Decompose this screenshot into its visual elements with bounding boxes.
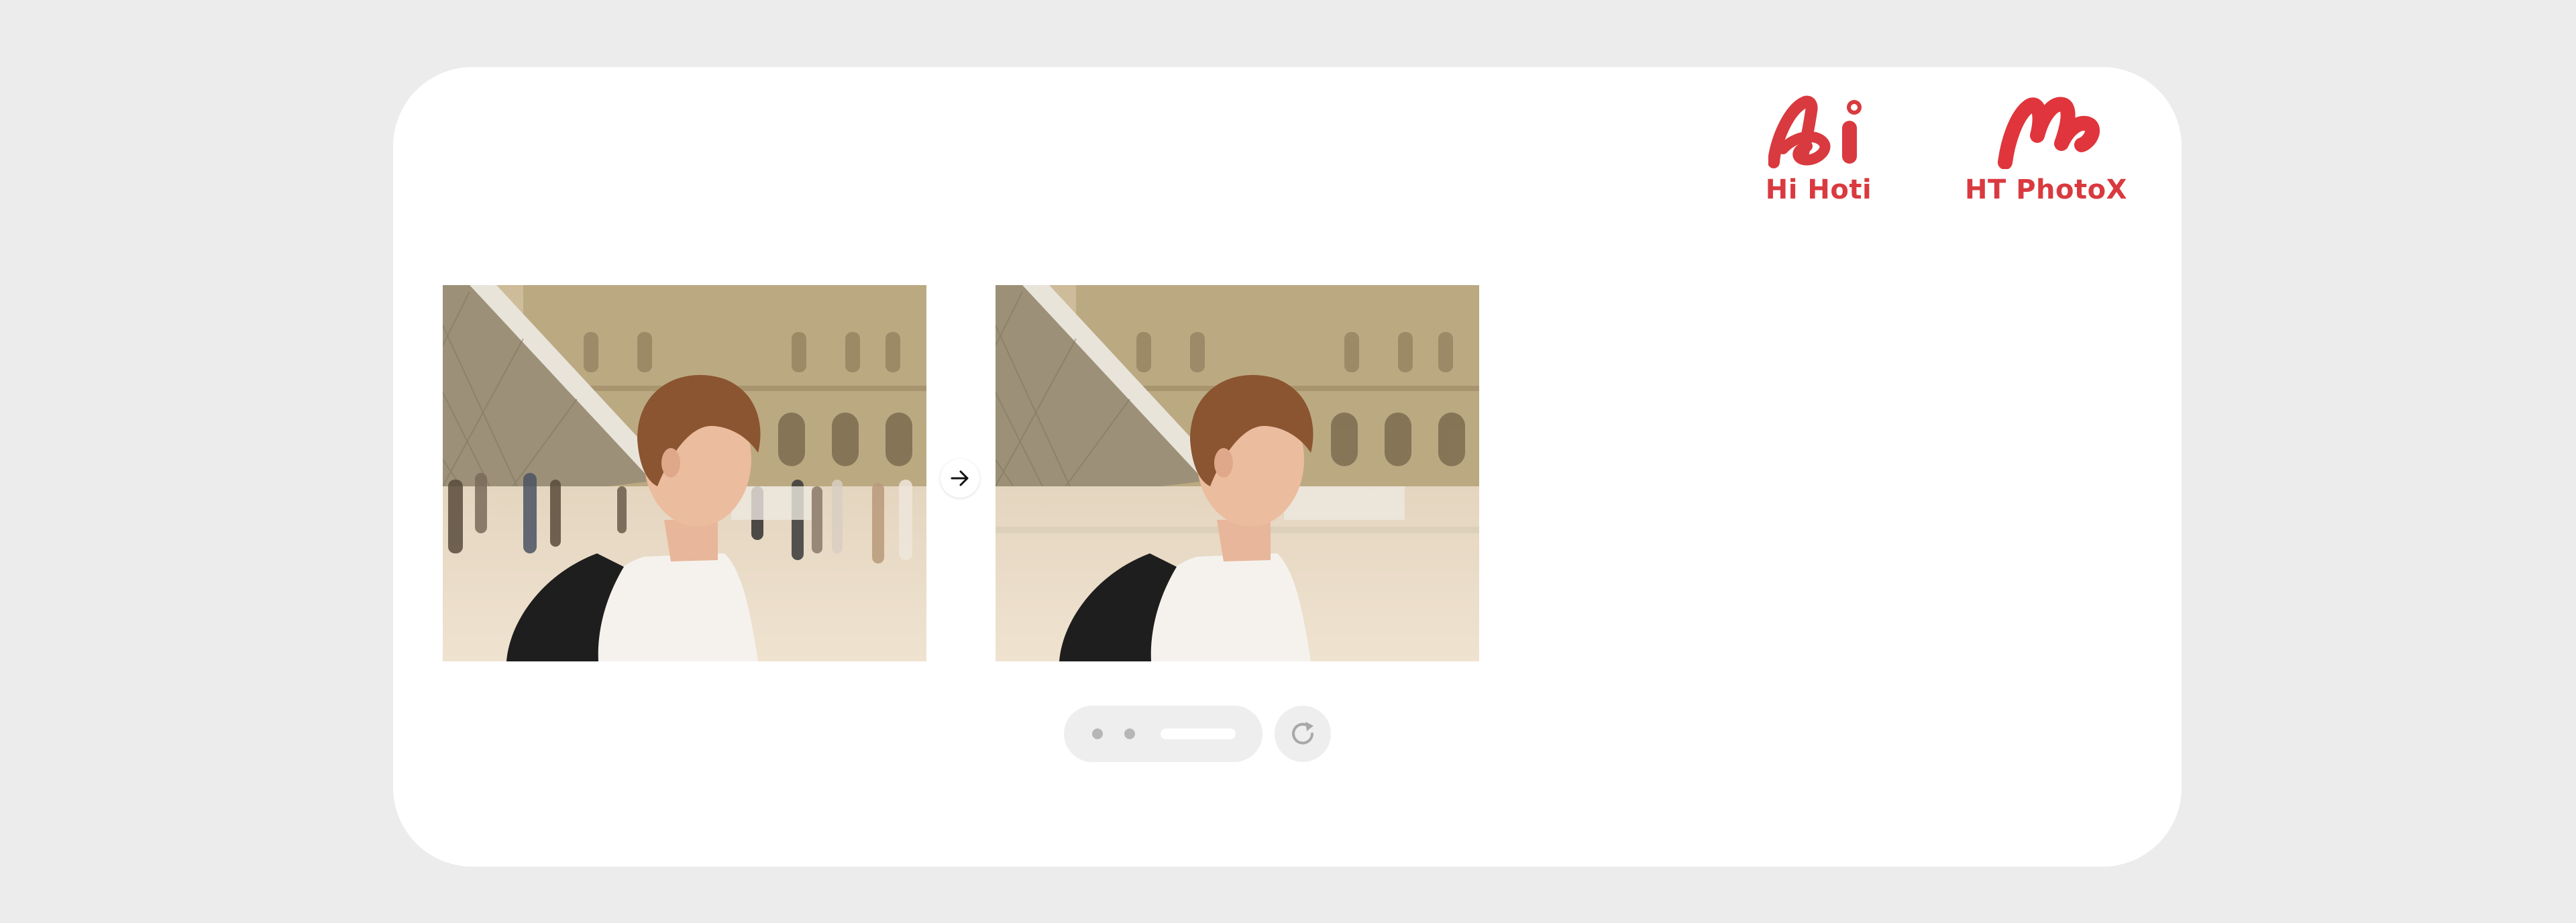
brand-name-ht-photox: HT PhotoX [1965,174,2127,205]
refresh-icon [1292,722,1313,745]
brand-ht-photox[interactable]: HT PhotoX [1965,95,2127,205]
brand-hi-hoti[interactable]: Hi Hoti [1765,95,1872,205]
ai-logo-icon [1768,95,1869,169]
m-logo-icon [1989,95,2103,169]
pager-dot-active[interactable] [1161,728,1236,739]
arrow-right-button[interactable] [941,459,979,498]
before-photo [443,285,926,661]
pager-dot-2[interactable] [1124,728,1135,739]
after-photo [996,285,1479,661]
arrow-right-icon [951,470,969,486]
refresh-button[interactable] [1275,706,1331,762]
pager-dot-1[interactable] [1092,728,1103,739]
brand-name-hi-hoti: Hi Hoti [1765,174,1872,205]
slide-pager [1064,706,1263,762]
